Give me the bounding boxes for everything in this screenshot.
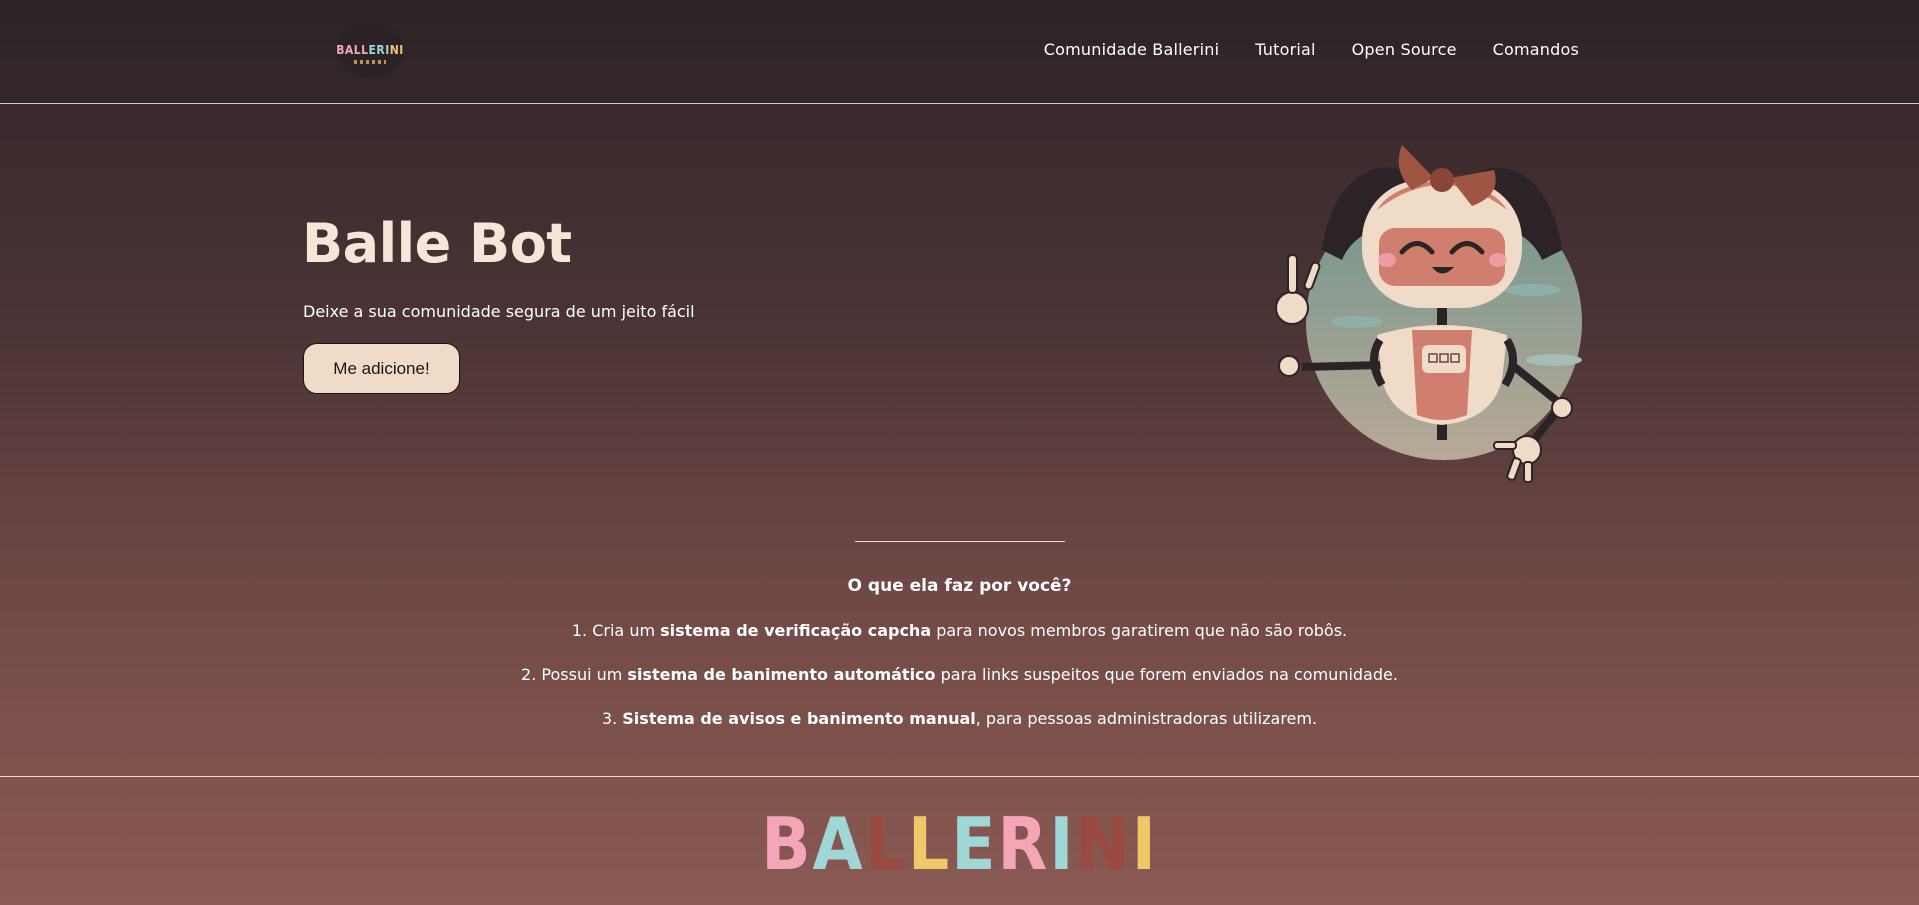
features-list: 1. Cria um sistema de verificação capcha… bbox=[0, 620, 1919, 752]
brand-letter: A bbox=[812, 802, 865, 886]
nav-link-tutorial[interactable]: Tutorial bbox=[1255, 40, 1315, 59]
robot-mascot-icon bbox=[1275, 145, 1582, 483]
nav-link-comandos[interactable]: Comandos bbox=[1493, 40, 1579, 59]
brand-letter: E bbox=[951, 802, 998, 886]
nav-link-open-source[interactable]: Open Source bbox=[1352, 40, 1457, 59]
feature-item: 2. Possui um sistema de banimento automá… bbox=[521, 665, 1398, 684]
hero-subtitle: Deixe a sua comunidade segura de um jeit… bbox=[303, 302, 695, 321]
logo-wordmark: BALLERINI bbox=[336, 43, 404, 57]
site-header: BALLERINI Comunidade Ballerini Tutorial … bbox=[0, 0, 1919, 104]
brand-letter: I bbox=[1049, 802, 1076, 886]
logo-decoration bbox=[354, 60, 386, 64]
brand-letter: L bbox=[864, 802, 908, 886]
brand-letter: I bbox=[1131, 802, 1158, 886]
hero-title: Balle Bot bbox=[302, 212, 572, 275]
brand-letter: B bbox=[761, 802, 813, 886]
brand-letter: R bbox=[997, 802, 1050, 886]
feature-item: 1. Cria um sistema de verificação capcha… bbox=[571, 621, 1348, 640]
ballerini-logo[interactable]: BALLERINI bbox=[336, 22, 404, 78]
footer-divider bbox=[0, 776, 1919, 777]
section-divider bbox=[855, 541, 1065, 542]
brand-letter: N bbox=[1075, 802, 1132, 886]
add-bot-button[interactable]: Me adicione! bbox=[303, 343, 460, 394]
brand-letter: L bbox=[907, 802, 952, 886]
feature-item: 3. Sistema de avisos e banimento manual,… bbox=[601, 709, 1318, 728]
features-title: O que ela faz por você? bbox=[847, 576, 1072, 596]
nav-link-comunidade[interactable]: Comunidade Ballerini bbox=[1044, 40, 1219, 59]
footer-brand-logo: BALLERINI bbox=[0, 808, 1919, 880]
main-nav: Comunidade Ballerini Tutorial Open Sourc… bbox=[1044, 40, 1579, 59]
